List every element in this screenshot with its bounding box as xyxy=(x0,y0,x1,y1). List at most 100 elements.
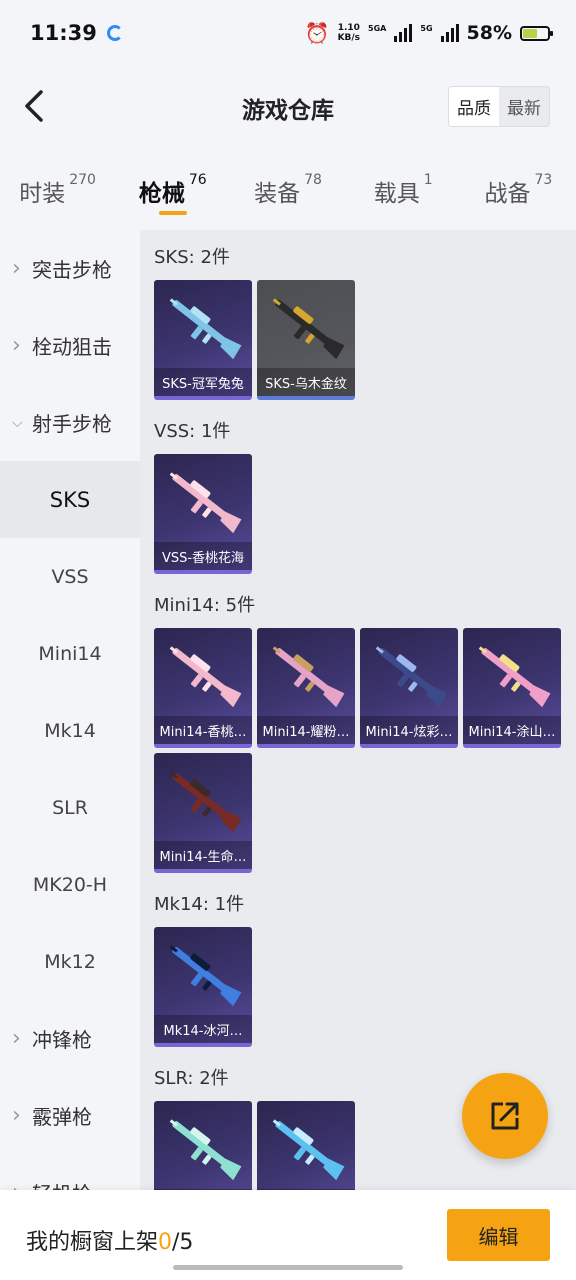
sidebar-item-label: 霰弹枪 xyxy=(32,1105,92,1129)
home-indicator[interactable] xyxy=(173,1265,403,1270)
showcase-label: 我的橱窗上架 xyxy=(26,1230,159,1255)
network-speed: 1.10 KB/s xyxy=(338,23,360,43)
sidebar-category[interactable]: › 栓动狙击 xyxy=(0,307,140,384)
share-icon xyxy=(491,1102,519,1130)
weapon-name: VSS-香桃花海 xyxy=(154,542,252,570)
section-title: SKS: 2件 xyxy=(154,247,230,268)
tab-label: 枪械 xyxy=(138,181,185,207)
alarm-icon: ⏰ xyxy=(304,21,330,45)
sidebar-item-label: 冲锋枪 xyxy=(32,1028,92,1052)
weapon-card[interactable]: VSS-香桃花海 xyxy=(154,454,252,574)
sort-toggle: 品质 最新 xyxy=(448,86,550,127)
rifle-icon xyxy=(272,298,345,360)
sidebar-item-label: SKS xyxy=(49,487,91,512)
tab-battle-gear[interactable]: 战备 73 xyxy=(461,150,576,230)
weapon-card[interactable]: Mini14-耀粉… xyxy=(257,628,355,748)
signal-icon xyxy=(440,24,459,42)
tab-vehicles[interactable]: 载具 1 xyxy=(346,150,461,230)
showcase-status: 我的橱窗上架0/5 xyxy=(26,1224,193,1256)
sim2-type: 5G xyxy=(420,23,433,33)
weapon-card[interactable]: Mini14-生命… xyxy=(154,753,252,873)
sidebar-subitem[interactable]: SKS xyxy=(0,461,140,538)
edit-button[interactable]: 编辑 xyxy=(447,1209,550,1261)
sim1-type: 5GA xyxy=(368,23,387,33)
weapon-name: SKS-冠军兔兔 xyxy=(154,368,252,396)
sidebar-subitem[interactable]: SLR xyxy=(0,769,140,846)
app-indicator-icon xyxy=(106,25,123,41)
weapon-name: Mini14-香桃… xyxy=(154,716,252,744)
sort-option-latest[interactable]: 最新 xyxy=(499,87,549,126)
rifle-icon xyxy=(169,771,242,833)
weapon-name: Mini14-耀粉… xyxy=(257,716,355,744)
tab-fashion[interactable]: 时装 270 xyxy=(0,150,115,230)
chevron-right-icon: › xyxy=(12,1103,21,1128)
network-speed-unit: KB/s xyxy=(337,33,361,43)
weapon-type-sidebar: › 突击步枪 › 栓动狙击 ⌵ 射手步枪 SKS VSS Mini14 Mk14 SLR MK20-H… xyxy=(0,230,140,1230)
section-title: Mini14: 5件 xyxy=(154,595,256,616)
weapon-card[interactable]: Mini14-炫彩… xyxy=(360,628,458,748)
sidebar-item-label: 射手步枪 xyxy=(32,412,112,436)
rifle-icon xyxy=(169,646,242,708)
weapon-card[interactable]: SLR- xyxy=(154,1101,252,1190)
weapon-grid: Mini14-香桃… Mini14-耀粉… Mini14-炫彩… Mini14-涂山…… xyxy=(154,628,576,873)
rifle-icon xyxy=(169,472,242,534)
weapon-card[interactable]: SLR- xyxy=(257,1101,355,1190)
tab-guns[interactable]: 枪械 76 xyxy=(115,150,230,230)
sidebar-category[interactable]: › 冲锋枪 xyxy=(0,1000,140,1077)
weapon-card[interactable]: Mini14-香桃… xyxy=(154,628,252,748)
chevron-right-icon: › xyxy=(12,333,21,358)
weapon-grid: VSS-香桃花海 xyxy=(154,454,576,574)
sidebar-subitem[interactable]: Mk14 xyxy=(0,692,140,769)
sidebar-subitem[interactable]: Mini14 xyxy=(0,615,140,692)
signal-icon xyxy=(394,24,413,42)
showcase-count: 0 xyxy=(158,1230,173,1255)
section-title: Mk14: 1件 xyxy=(154,894,245,915)
weapon-name: SKS-乌木金纹 xyxy=(257,368,355,396)
share-button[interactable] xyxy=(462,1073,548,1159)
weapon-name: Mini14-涂山… xyxy=(463,716,561,744)
weapon-name: Mk14-冰河… xyxy=(154,1015,252,1043)
sidebar-item-label: VSS xyxy=(51,565,89,588)
rifle-icon xyxy=(375,646,448,708)
chevron-down-icon: ⌵ xyxy=(12,414,23,431)
tab-equipment[interactable]: 装备 78 xyxy=(230,150,345,230)
chevron-right-icon: › xyxy=(12,256,21,281)
sidebar-item-label: Mk14 xyxy=(44,719,96,742)
rifle-icon xyxy=(272,1119,345,1181)
sidebar-subitem[interactable]: VSS xyxy=(0,538,140,615)
sidebar-category[interactable]: › 霰弹枪 xyxy=(0,1077,140,1154)
tab-count: 76 xyxy=(188,172,207,188)
weapon-list[interactable]: SKS: 2件 SKS-冠军兔兔 SKS-乌木金纹 VSS: 1件 VSS-香桃花海 Mi… xyxy=(140,230,576,1190)
rifle-icon xyxy=(478,646,551,708)
rifle-icon xyxy=(169,1119,242,1181)
rifle-icon xyxy=(169,298,242,360)
weapon-card[interactable]: SKS-乌木金纹 xyxy=(257,280,355,400)
sidebar-subitem[interactable]: MK20-H xyxy=(0,846,140,923)
weapon-card[interactable]: Mk14-冰河… xyxy=(154,927,252,1047)
tab-label: 载具 xyxy=(373,181,420,207)
weapon-card[interactable]: SKS-冠军兔兔 xyxy=(154,280,252,400)
sort-option-quality[interactable]: 品质 xyxy=(449,87,499,126)
tab-count: 1 xyxy=(423,172,433,188)
bottom-bar: 我的橱窗上架0/5 编辑 xyxy=(0,1190,576,1280)
status-right: ⏰ 1.10 KB/s 5GA 5G 58% xyxy=(304,21,553,45)
rifle-icon xyxy=(272,646,345,708)
tab-label: 战备 xyxy=(484,181,531,207)
rifle-icon xyxy=(169,945,242,1007)
status-time: 11:39 xyxy=(30,21,97,45)
tab-label: 时装 xyxy=(19,181,66,207)
sidebar-category[interactable]: › 突击步枪 xyxy=(0,230,140,307)
sidebar-category[interactable]: ⌵ 射手步枪 xyxy=(0,384,140,461)
weapon-card[interactable]: Mini14-涂山… xyxy=(463,628,561,748)
tab-label: 装备 xyxy=(254,181,301,207)
tab-count: 73 xyxy=(534,172,553,188)
weapon-grid: Mk14-冰河… xyxy=(154,927,576,1047)
sidebar-item-label: MK20-H xyxy=(32,873,108,896)
chevron-right-icon: › xyxy=(12,1026,21,1051)
weapon-name: Mini14-炫彩… xyxy=(360,716,458,744)
battery-fill xyxy=(523,28,537,38)
sidebar-item-label: 栓动狙击 xyxy=(32,335,112,359)
sidebar-subitem[interactable]: Mk12 xyxy=(0,923,140,1000)
showcase-total: /5 xyxy=(172,1230,194,1255)
sidebar-item-label: SLR xyxy=(52,796,88,819)
